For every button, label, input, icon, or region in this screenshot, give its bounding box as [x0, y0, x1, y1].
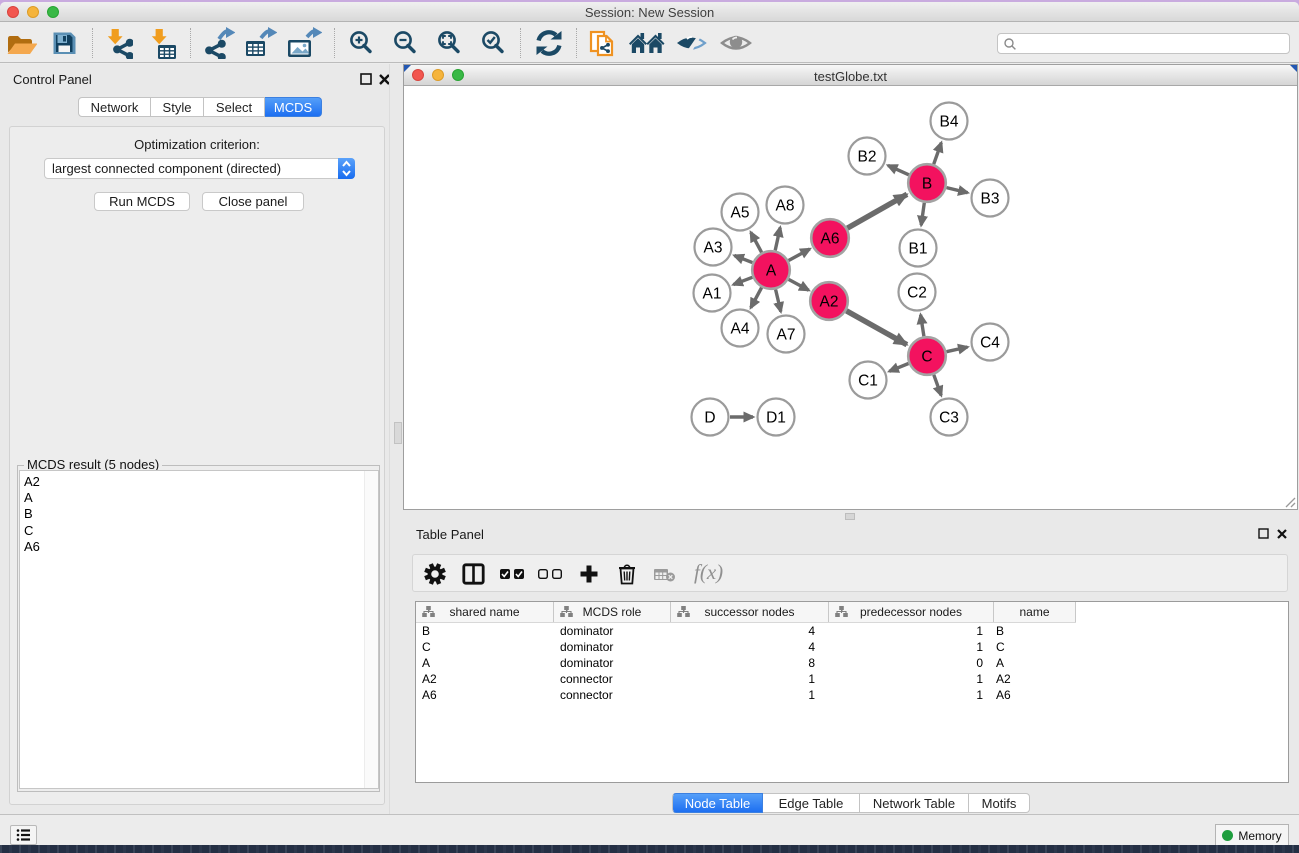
svg-text:B: B	[922, 176, 932, 193]
svg-text:A6: A6	[821, 231, 840, 248]
svg-text:B4: B4	[940, 114, 959, 131]
svg-text:C2: C2	[907, 285, 927, 302]
svg-text:C1: C1	[858, 373, 878, 390]
svg-text:C: C	[921, 349, 932, 366]
svg-text:A8: A8	[776, 198, 795, 215]
svg-text:B3: B3	[981, 191, 1000, 208]
svg-text:A5: A5	[731, 205, 750, 222]
svg-text:B1: B1	[909, 241, 928, 258]
svg-text:A4: A4	[731, 321, 750, 338]
svg-text:D1: D1	[766, 410, 786, 427]
svg-text:A2: A2	[820, 294, 839, 311]
svg-text:C4: C4	[980, 335, 1000, 352]
svg-text:A7: A7	[777, 327, 796, 344]
svg-text:A3: A3	[704, 240, 723, 257]
svg-text:D: D	[704, 410, 715, 427]
svg-text:A1: A1	[703, 286, 722, 303]
svg-text:B2: B2	[858, 149, 877, 166]
svg-text:C3: C3	[939, 410, 959, 427]
svg-text:A: A	[766, 263, 777, 280]
